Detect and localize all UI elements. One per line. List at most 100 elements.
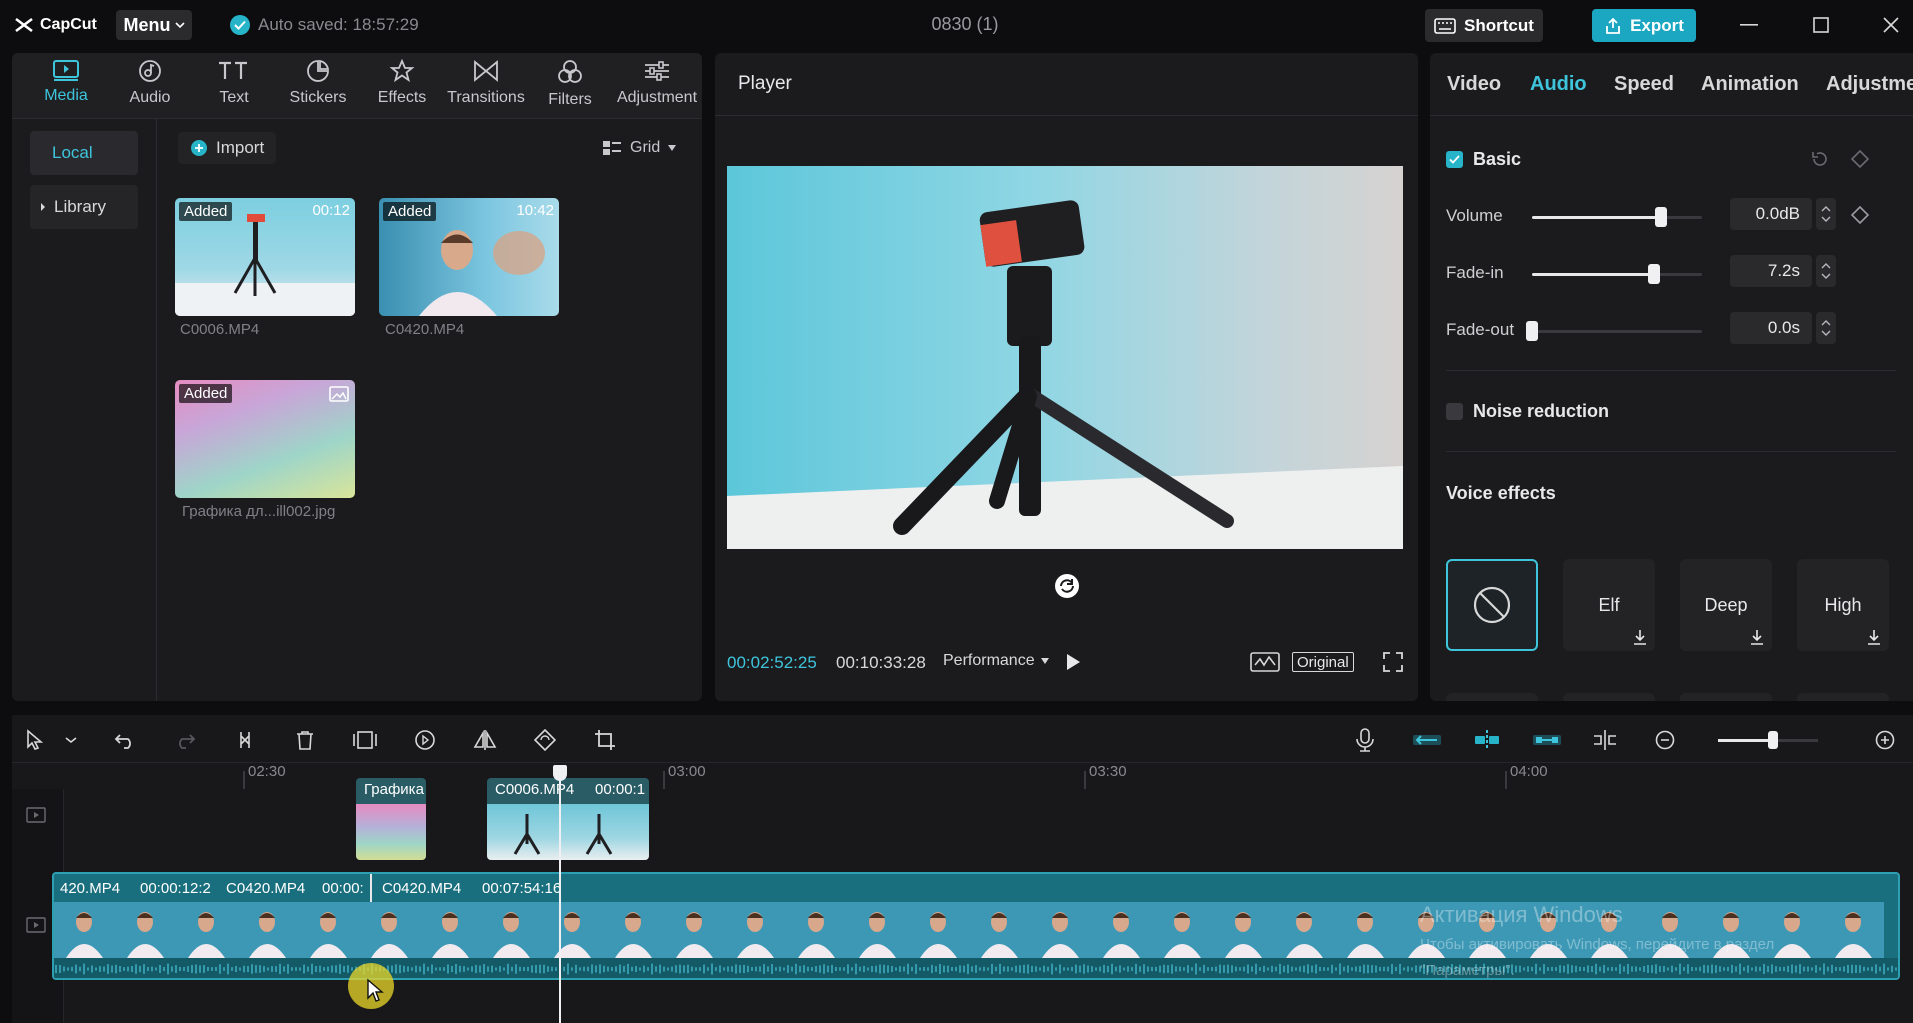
mirror-button[interactable] (472, 727, 498, 753)
keyframe-button[interactable] (1850, 149, 1870, 169)
fade-out-stepper[interactable] (1816, 312, 1836, 344)
auto-snap-button[interactable] (1472, 727, 1502, 753)
fade-out-slider-knob[interactable] (1526, 321, 1538, 341)
media-item-c0006[interactable]: Added 00:12 (175, 198, 355, 316)
overlay-clip-graphics[interactable]: Графика (356, 778, 426, 860)
time-ruler[interactable] (64, 763, 1913, 789)
linkage-button[interactable] (1532, 727, 1562, 753)
tab-transitions[interactable]: Transitions (446, 59, 526, 115)
noise-reduction-checkbox[interactable] (1446, 403, 1463, 420)
maximize-button[interactable] (1808, 12, 1834, 38)
voice-effect-card-partial[interactable] (1680, 693, 1772, 701)
preview-axis-button[interactable] (1592, 727, 1618, 753)
fade-in-value-input[interactable]: 7.2s (1730, 255, 1812, 287)
voice-effect-card-partial[interactable] (1563, 693, 1655, 701)
minimize-button[interactable] (1736, 12, 1762, 38)
volume-value-input[interactable]: 0.0dB (1730, 198, 1812, 230)
voice-effect-elf[interactable]: Elf (1563, 559, 1655, 651)
title-bar: CapCut Menu Auto saved: 18:57:29 0830 (1… (0, 0, 1913, 50)
crop-button[interactable] (592, 727, 618, 753)
undo-button[interactable] (112, 727, 138, 753)
media-item-graphics[interactable]: Added (175, 380, 355, 498)
volume-stepper[interactable] (1816, 198, 1836, 230)
tab-media[interactable]: Media (26, 59, 106, 115)
fade-out-value-input[interactable]: 0.0s (1730, 312, 1812, 344)
cursor-icon (27, 729, 44, 750)
waveform-toggle[interactable] (1250, 652, 1280, 672)
tab-speed[interactable]: Speed (1614, 73, 1674, 96)
zoom-in-button[interactable] (1872, 727, 1898, 753)
volume-keyframe-button[interactable] (1850, 205, 1870, 225)
tab-audio[interactable]: Audio (1530, 73, 1587, 96)
shortcut-button[interactable]: Shortcut (1425, 9, 1543, 42)
tab-audio[interactable]: Audio (110, 59, 190, 115)
project-title: 0830 (1) (931, 14, 999, 34)
tab-stickers[interactable]: Stickers (278, 59, 358, 115)
close-button[interactable] (1878, 12, 1904, 38)
volume-slider[interactable] (1532, 207, 1702, 227)
voice-effect-card-partial[interactable] (1797, 693, 1889, 701)
view-mode-label: Grid (630, 139, 661, 156)
voice-effect-high[interactable]: High (1797, 559, 1889, 651)
menu-button[interactable]: Menu (116, 10, 192, 40)
clip-frame (603, 902, 664, 958)
clip-title: C0420.MP4 (382, 880, 462, 897)
tab-text[interactable]: Text (194, 59, 274, 115)
zoom-out-button[interactable] (1652, 727, 1678, 753)
select-tool-dropdown[interactable] (58, 727, 84, 753)
delete-button[interactable] (292, 727, 318, 753)
main-video-track[interactable]: 420.MP4 00:00:12:2 C0420.MP4 00:00: C042… (52, 872, 1900, 980)
fade-in-stepper[interactable] (1816, 255, 1836, 287)
play-button[interactable] (1065, 653, 1081, 671)
ruler-label: 03:30 (1089, 763, 1127, 780)
playhead[interactable] (559, 765, 561, 1023)
overlay-clip-c0006[interactable]: C0006.MP4 00:00:1 (487, 778, 649, 860)
media-item-c0420[interactable]: Added 10:42 (379, 198, 559, 316)
freeze-frame-button[interactable] (352, 727, 378, 753)
sidebar-item-library[interactable]: Library (30, 185, 138, 229)
tab-filters[interactable]: Filters (530, 59, 610, 115)
ratio-label: Original (1297, 653, 1349, 671)
tab-adjustment[interactable]: Adjustment (617, 59, 697, 115)
rotate-handle[interactable] (1054, 573, 1080, 599)
basic-section-header: Basic (1446, 149, 1521, 170)
overlay-track-toggle[interactable] (26, 807, 46, 823)
reverse-button[interactable] (412, 727, 438, 753)
view-mode-dropdown[interactable]: Grid (602, 132, 677, 164)
chevron-up-icon (1821, 320, 1831, 326)
reset-button[interactable] (1810, 149, 1830, 169)
basic-checkbox[interactable] (1446, 151, 1463, 168)
fullscreen-button[interactable] (1383, 652, 1403, 672)
voice-effect-card-partial[interactable] (1446, 693, 1538, 701)
fade-out-slider[interactable] (1526, 321, 1702, 341)
main-track-magnet-button[interactable] (1412, 727, 1442, 753)
voice-effect-label: Elf (1598, 594, 1620, 615)
download-icon (1634, 630, 1646, 645)
fade-in-slider[interactable] (1532, 264, 1702, 284)
voice-effect-deep[interactable]: Deep (1680, 559, 1772, 651)
voice-effect-none[interactable] (1446, 559, 1538, 651)
volume-slider-knob[interactable] (1655, 207, 1667, 227)
playhead-handle[interactable] (553, 765, 567, 781)
sidebar-item-local[interactable]: Local (30, 131, 138, 175)
tab-video[interactable]: Video (1447, 73, 1501, 96)
ratio-button[interactable]: Original (1292, 652, 1354, 672)
select-tool-button[interactable] (22, 727, 48, 753)
split-button[interactable] (232, 727, 258, 753)
tab-adjustment[interactable]: Adjustme (1826, 73, 1913, 96)
record-audio-button[interactable] (1352, 727, 1378, 753)
tab-animation[interactable]: Animation (1701, 73, 1799, 96)
microphone-icon (1356, 728, 1374, 752)
video-preview[interactable] (727, 166, 1403, 549)
redo-button[interactable] (172, 727, 198, 753)
fade-in-slider-knob[interactable] (1648, 264, 1660, 284)
main-track-toggle[interactable] (26, 917, 46, 933)
quality-dropdown[interactable]: Performance (943, 652, 1049, 670)
export-button[interactable]: Export (1592, 9, 1696, 42)
watermark-line1: Чтобы активировать Windows, перейдите в … (1420, 936, 1775, 953)
zoom-slider-knob[interactable] (1768, 731, 1778, 749)
zoom-slider[interactable] (1718, 731, 1818, 749)
rotate-button[interactable] (532, 727, 558, 753)
tab-effects[interactable]: Effects (362, 59, 442, 115)
import-button[interactable]: Import (178, 132, 277, 164)
